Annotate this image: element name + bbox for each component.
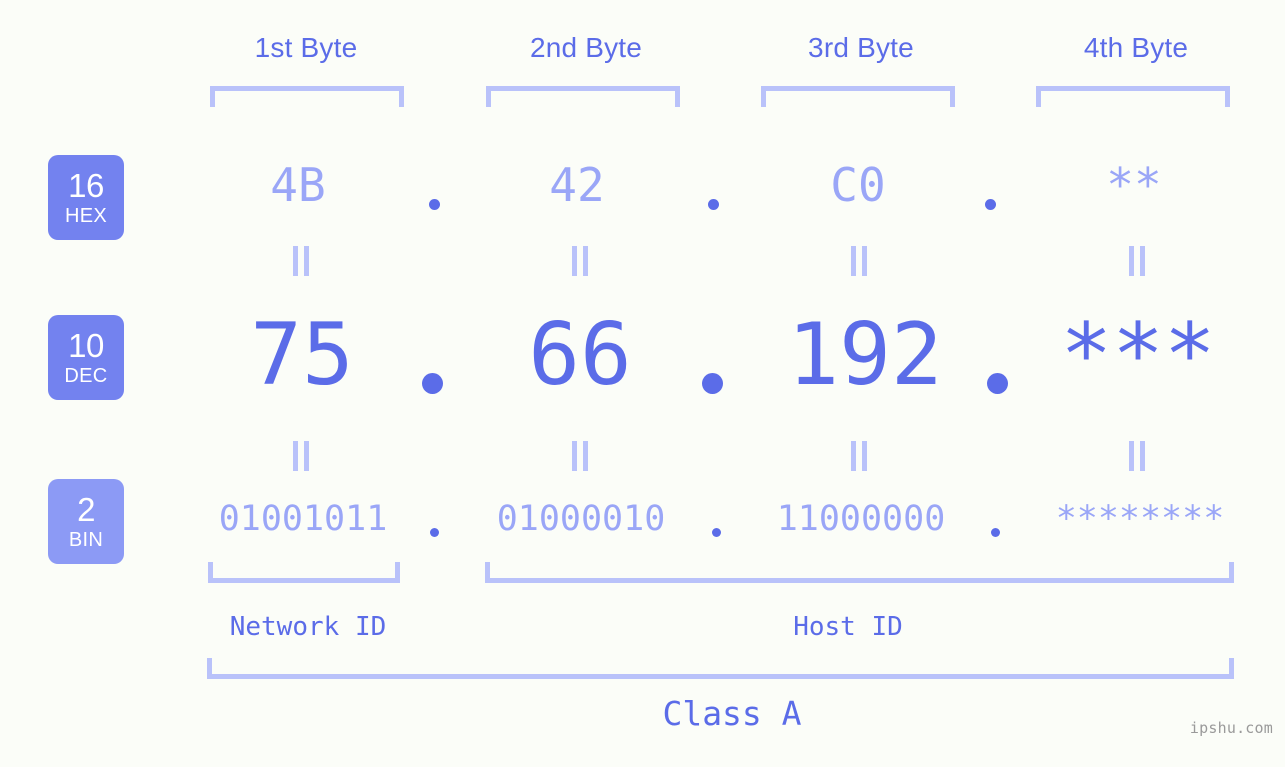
equality-mark-4 [1128, 246, 1146, 276]
base-badge-dec: 10 DEC [48, 315, 124, 400]
base-badge-bin-number: 2 [77, 491, 95, 528]
class-bracket [207, 658, 1234, 679]
bin-separator-dot-2 [712, 528, 721, 537]
dec-separator-dot-3 [987, 373, 1008, 394]
hex-byte-value-3: C0 [830, 158, 886, 212]
base-badge-bin: 2 BIN [48, 479, 124, 564]
network-id-label: Network ID [229, 612, 387, 642]
host-id-label: Host ID [793, 612, 903, 642]
base-badge-hex: 16 HEX [48, 155, 124, 240]
dec-separator-dot-2 [702, 373, 723, 394]
byte-bracket-1 [210, 86, 404, 107]
equality-mark-6 [571, 441, 589, 471]
equality-mark-2 [571, 246, 589, 276]
base-badge-bin-name: BIN [68, 529, 104, 551]
network-id-bracket [208, 562, 400, 583]
ip-address-breakdown-diagram: 1st Byte 2nd Byte 3rd Byte 4th Byte 16 H… [0, 0, 1285, 767]
base-badge-hex-name: HEX [64, 205, 108, 227]
byte-header-label-4: 4th Byte [1083, 32, 1189, 63]
equality-mark-3 [850, 246, 868, 276]
equality-mark-7 [850, 441, 868, 471]
bin-separator-dot-3 [991, 528, 1000, 537]
hex-byte-value-4: ** [1106, 158, 1162, 212]
site-watermark: ipshu.com [1189, 719, 1273, 737]
hex-separator-dot-2 [708, 199, 719, 210]
byte-header-label-1: 1st Byte [254, 32, 358, 63]
hex-separator-dot-1 [429, 199, 440, 210]
byte-header-label-2: 2nd Byte [529, 32, 643, 63]
hex-byte-value-1: 4B [270, 158, 326, 212]
base-badge-hex-number: 16 [68, 167, 104, 204]
dec-byte-value-3: 192 [787, 305, 943, 405]
dec-byte-value-4: *** [1060, 305, 1216, 405]
hex-byte-value-2: 42 [549, 158, 605, 212]
dec-byte-value-1: 75 [250, 305, 354, 405]
class-label: Class A [662, 694, 802, 733]
base-badge-dec-number: 10 [68, 327, 104, 364]
equality-mark-1 [292, 246, 310, 276]
equality-mark-8 [1128, 441, 1146, 471]
bin-byte-value-3: 11000000 [776, 499, 946, 539]
host-id-bracket [485, 562, 1234, 583]
bin-byte-value-4: ******** [1055, 499, 1225, 539]
base-badge-dec-name: DEC [64, 365, 108, 387]
byte-bracket-3 [761, 86, 955, 107]
hex-separator-dot-3 [985, 199, 996, 210]
bin-separator-dot-1 [430, 528, 439, 537]
equality-mark-5 [292, 441, 310, 471]
bin-byte-value-2: 01000010 [496, 499, 666, 539]
dec-separator-dot-1 [422, 373, 443, 394]
bin-byte-value-1: 01001011 [218, 499, 388, 539]
byte-bracket-4 [1036, 86, 1230, 107]
byte-header-label-3: 3rd Byte [808, 32, 914, 63]
dec-byte-value-2: 66 [528, 305, 632, 405]
byte-bracket-2 [486, 86, 680, 107]
